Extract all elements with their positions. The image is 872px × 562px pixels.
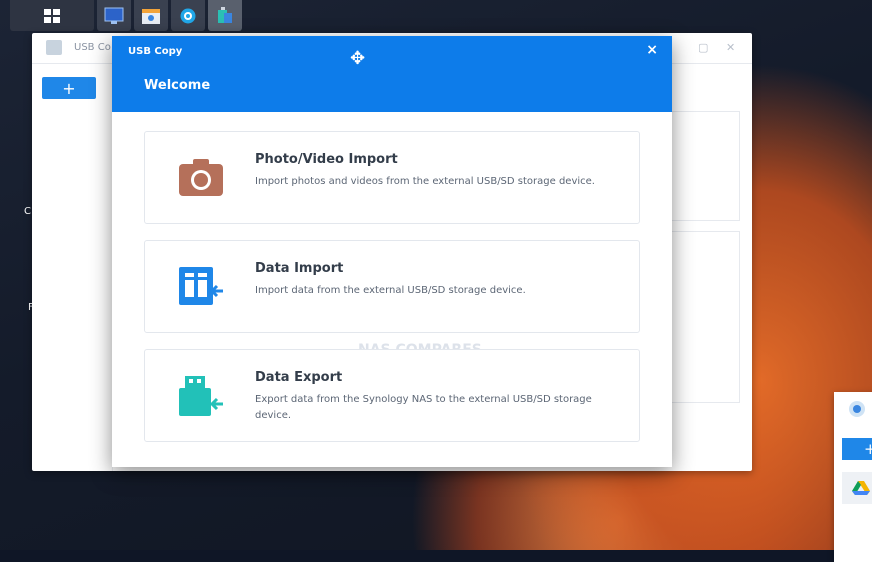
taskbar-search-app[interactable] <box>171 0 205 31</box>
taskbar-control-panel[interactable] <box>97 0 131 31</box>
option-title: Data Export <box>255 370 343 385</box>
dialog-header[interactable]: USB Copy ✥ × Welcome <box>112 36 672 112</box>
option-title: Data Import <box>255 261 344 276</box>
taskbar-usb-copy[interactable] <box>208 0 242 31</box>
google-drive-icon <box>852 481 870 495</box>
sidebar <box>32 63 113 471</box>
window-title: USB Co <box>74 42 111 53</box>
search-app-icon <box>180 8 196 23</box>
main-menu-button[interactable] <box>10 0 94 31</box>
option-data-import[interactable]: Data Import Import data from the externa… <box>144 240 640 333</box>
taskbar <box>10 0 242 31</box>
package-center-icon <box>142 8 160 24</box>
minimize-button[interactable]: ▢ <box>698 41 708 54</box>
add-button[interactable]: + <box>842 438 872 460</box>
data-import-icon <box>179 267 223 305</box>
control-panel-icon <box>104 7 124 24</box>
option-description: Import data from the external USB/SD sto… <box>255 285 526 296</box>
option-description: Import photos and videos from the extern… <box>255 176 595 187</box>
taskbar-package-center[interactable] <box>134 0 168 31</box>
desktop-icon-label[interactable]: C <box>24 206 31 217</box>
secondary-app-window: + <box>834 392 872 562</box>
camera-icon <box>179 159 223 196</box>
app-icon <box>849 401 865 417</box>
data-export-icon <box>179 376 223 416</box>
close-icon[interactable]: × <box>646 42 658 58</box>
list-item[interactable] <box>842 472 872 504</box>
dialog-title: USB Copy <box>128 46 183 57</box>
add-task-button[interactable]: + <box>42 77 96 99</box>
close-window-button[interactable]: ✕ <box>726 41 735 54</box>
main-menu-icon <box>44 8 60 23</box>
option-photo-video-import[interactable]: Photo/Video Import Import photos and vid… <box>144 131 640 224</box>
usb-copy-welcome-dialog: USB Copy ✥ × Welcome NAS COMPARES Photo/… <box>112 36 672 467</box>
option-description: Export data from the Synology NAS to the… <box>255 394 592 421</box>
dialog-body: NAS COMPARES Photo/Video Import Import p… <box>112 112 672 467</box>
move-cursor-icon: ✥ <box>350 48 366 69</box>
option-data-export[interactable]: Data Export Export data from the Synolog… <box>144 349 640 442</box>
dialog-heading: Welcome <box>144 78 211 93</box>
usb-copy-app-icon <box>46 40 62 55</box>
usb-copy-taskbar-icon <box>218 6 232 23</box>
option-title: Photo/Video Import <box>255 152 398 167</box>
